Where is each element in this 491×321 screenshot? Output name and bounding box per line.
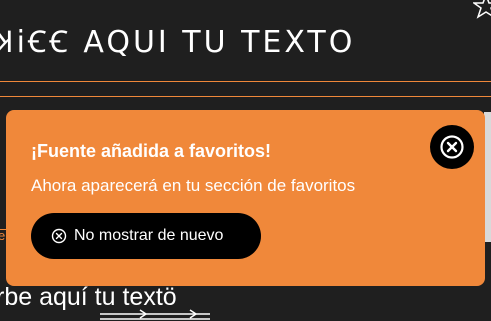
do-not-show-again-button[interactable]: No mostrar de nuevo [31, 213, 261, 259]
close-circle-icon [440, 135, 464, 159]
side-panel-edge [484, 112, 491, 242]
divider-top [0, 81, 491, 82]
toast-title: ¡Fuente añadida a favoritos! [31, 141, 272, 161]
divider-second [0, 96, 491, 97]
font-preview-title: ꞰiꞒꞒ AQUI TU TEXTO [0, 18, 491, 68]
decorative-arrows [100, 309, 210, 320]
toast-message: Ahora aparecerá en tu sección de favorit… [31, 176, 356, 195]
favorite-star-icon[interactable] [473, 0, 491, 19]
preview-title-text: ꞰiꞒꞒ AQUI TU TEXTO [0, 25, 356, 60]
favorites-toast: ¡Fuente añadida a favoritos! Ahora apare… [6, 110, 485, 286]
close-toast-button[interactable] [430, 125, 474, 169]
dismiss-label: No mostrar de nuevo [74, 227, 224, 244]
close-circle-icon [51, 228, 67, 244]
